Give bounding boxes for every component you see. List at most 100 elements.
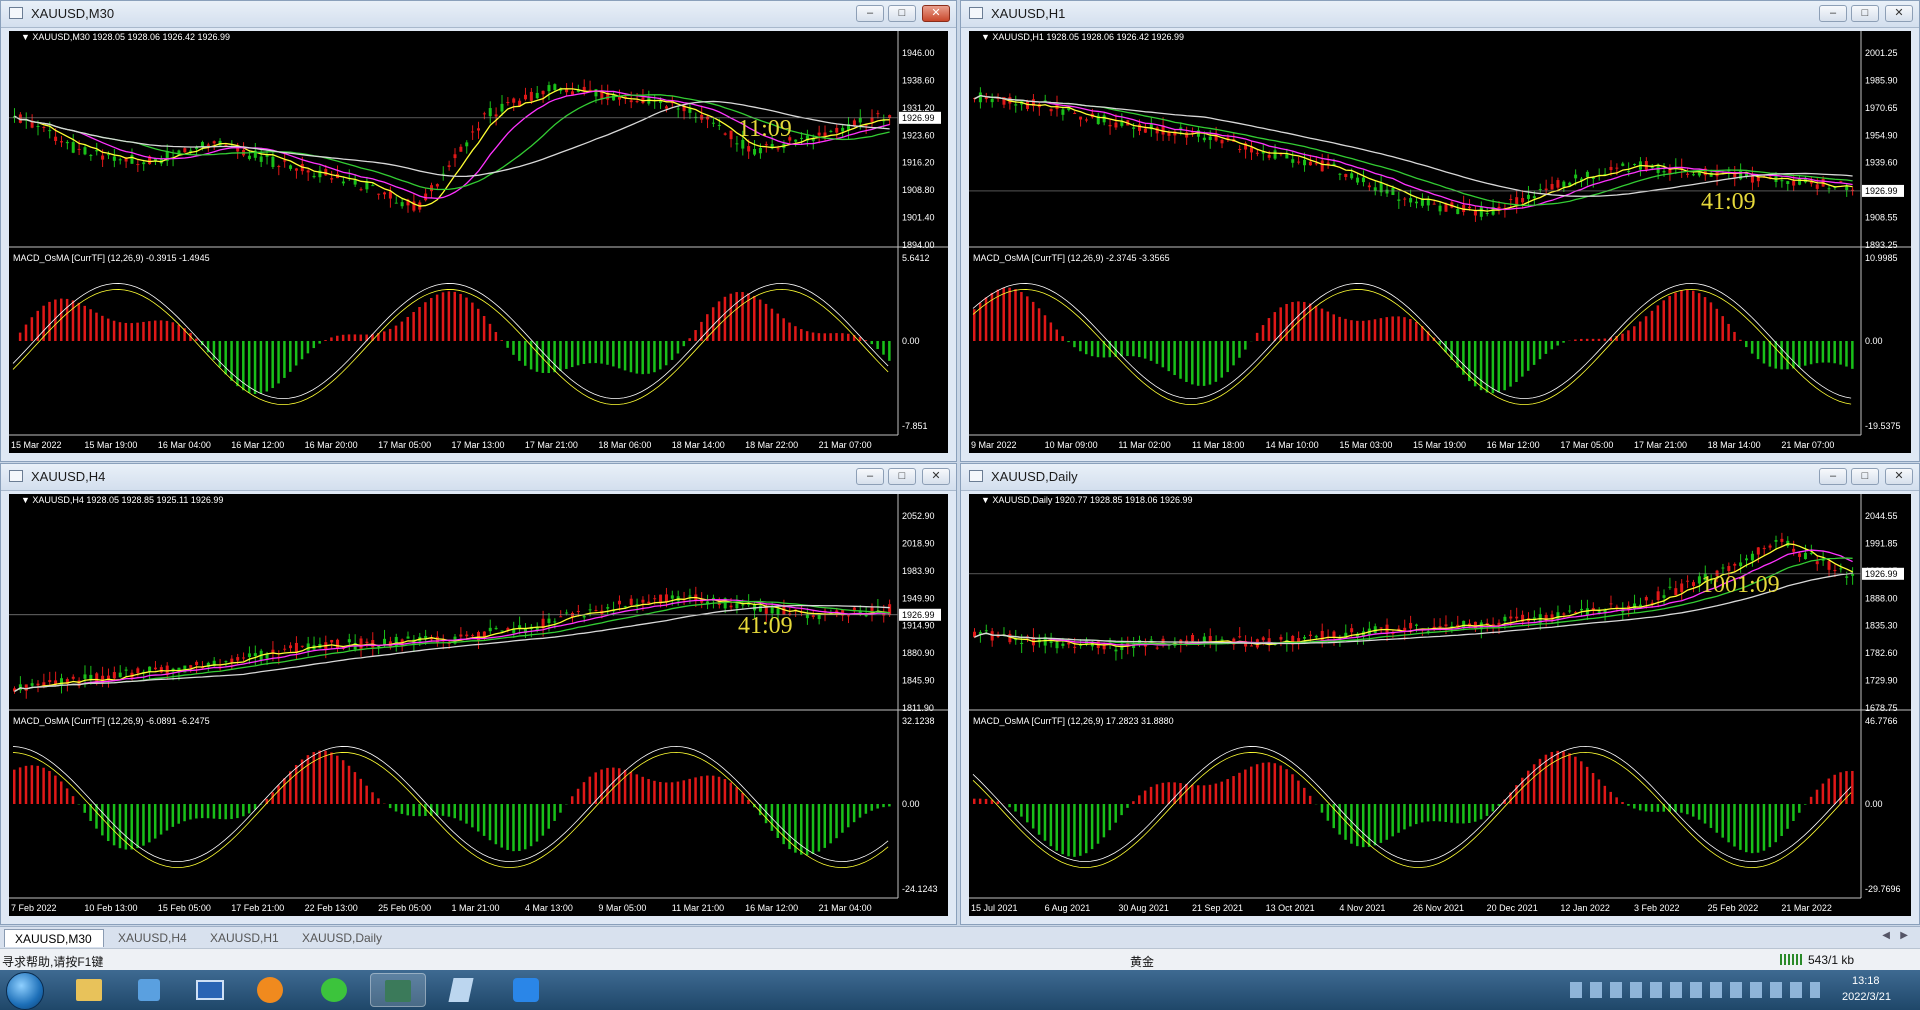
candle-body — [1621, 163, 1625, 166]
candle-body — [230, 658, 234, 663]
tab-xauusd-h1[interactable]: XAUUSD,H1 — [200, 929, 292, 947]
candle-body — [236, 657, 240, 661]
macd-histogram-bar — [1185, 783, 1188, 804]
candle-body — [847, 615, 851, 617]
macd-histogram-bar — [1550, 341, 1554, 350]
taskbar-notes-icon[interactable] — [498, 973, 554, 1007]
chart-window-m30[interactable]: XAUUSD,M30 – □ ✕ ▼ XAUUSD,M30 1928.05 19… — [0, 0, 957, 462]
chart-canvas[interactable]: ▼ XAUUSD,M30 1928.05 1928.06 1926.42 192… — [9, 31, 948, 453]
candle-body — [435, 636, 439, 643]
minimize-button[interactable]: – — [1819, 468, 1847, 485]
macd-histogram-bar — [1550, 751, 1554, 804]
time-axis-label: 17 Mar 05:00 — [378, 440, 431, 450]
candle-body — [629, 100, 633, 103]
macd-histogram-bar — [1762, 804, 1766, 851]
candle-body — [24, 684, 28, 691]
tab-xauusd-h4[interactable]: XAUUSD,H4 — [108, 929, 200, 947]
tray-icons[interactable] — [1570, 982, 1820, 998]
macd-histogram-bar — [1662, 300, 1666, 341]
macd-histogram-bar — [441, 292, 445, 341]
macd-histogram-bar — [1361, 320, 1365, 341]
macd-histogram-bar — [1426, 804, 1430, 822]
tab-xauusd-daily[interactable]: XAUUSD,Daily — [292, 929, 396, 947]
window-titlebar[interactable]: XAUUSD,Daily – □ ✕ — [961, 464, 1919, 491]
macd-histogram-bar — [412, 804, 415, 817]
taskbar-desktop-icon[interactable] — [182, 973, 238, 1007]
candle-body — [336, 639, 340, 648]
candle-body — [71, 676, 75, 679]
macd-histogram-bar — [1214, 341, 1218, 382]
candle-body — [159, 667, 163, 673]
macd-histogram-bar — [412, 312, 415, 341]
close-button[interactable]: ✕ — [1885, 5, 1913, 22]
macd-histogram-bar — [811, 332, 815, 341]
macd-histogram-bar — [465, 297, 468, 341]
maximize-button[interactable]: □ — [888, 5, 916, 22]
chart-svg[interactable]: ▼ XAUUSD,M30 1928.05 1928.06 1926.42 192… — [9, 31, 948, 453]
taskbar-notepad-icon[interactable] — [434, 973, 490, 1007]
candle-body — [1568, 610, 1572, 612]
price-axis-label: 1949.90 — [902, 593, 935, 603]
chart-canvas[interactable]: ▼ XAUUSD,H1 1928.05 1928.06 1926.42 1926… — [969, 31, 1911, 453]
time-axis-label: 10 Mar 09:00 — [1045, 440, 1098, 450]
taskbar-metatrader-icon[interactable] — [370, 973, 426, 1007]
tab-xauusd-m30[interactable]: XAUUSD,M30 — [4, 929, 104, 947]
chart-window-h4[interactable]: XAUUSD,H4 – □ ✕ ▼ XAUUSD,H4 1928.05 1928… — [0, 463, 957, 925]
taskbar-contacts-icon[interactable] — [122, 973, 178, 1007]
macd-histogram-bar — [1084, 341, 1088, 355]
macd-histogram-bar — [1191, 784, 1194, 804]
macd-histogram-bar — [106, 318, 110, 341]
maximize-button[interactable]: □ — [888, 468, 916, 485]
macd-label: MACD_OsMA [CurrTF] (12,26,9) 17.2823 31.… — [973, 716, 1174, 726]
window-titlebar[interactable]: XAUUSD,H1 – □ ✕ — [961, 1, 1919, 28]
chart-canvas[interactable]: ▼ XAUUSD,H4 1928.05 1928.85 1925.11 1926… — [9, 494, 948, 916]
chart-svg[interactable]: ▼ XAUUSD,Daily 1920.77 1928.85 1918.06 1… — [969, 494, 1911, 916]
chart-canvas[interactable]: ▼ XAUUSD,Daily 1920.77 1928.85 1918.06 1… — [969, 494, 1911, 916]
minimize-button[interactable]: – — [856, 5, 884, 22]
candle-body — [582, 615, 586, 618]
chart-svg[interactable]: ▼ XAUUSD,H1 1928.05 1928.06 1926.42 1926… — [969, 31, 1911, 453]
macd-histogram-bar — [518, 804, 521, 851]
close-button[interactable]: ✕ — [922, 5, 950, 22]
macd-histogram-bar — [1815, 341, 1819, 364]
candle-body — [1067, 642, 1071, 645]
maximize-button[interactable]: □ — [1851, 468, 1879, 485]
candle-body — [1403, 198, 1407, 200]
macd-histogram-bar — [1061, 336, 1064, 341]
candle-body — [500, 103, 504, 112]
connection-icon — [1780, 954, 1802, 965]
chart-svg[interactable]: ▼ XAUUSD,H4 1928.05 1928.85 1925.11 1926… — [9, 494, 948, 916]
candle-body — [283, 648, 287, 650]
candle-body — [383, 192, 387, 195]
chart-window-daily[interactable]: XAUUSD,Daily – □ ✕ ▼ XAUUSD,Daily 1920.7… — [960, 463, 1920, 925]
candle-body — [1350, 173, 1354, 179]
price-axis-label: 1888.00 — [1865, 593, 1898, 603]
time-axis-label: 16 Mar 20:00 — [305, 440, 358, 450]
candle-body — [1532, 617, 1536, 619]
close-button[interactable]: ✕ — [922, 468, 950, 485]
minimize-button[interactable]: – — [1819, 5, 1847, 22]
taskbar-file-explorer-icon[interactable] — [62, 973, 118, 1007]
window-titlebar[interactable]: XAUUSD,H4 – □ ✕ — [1, 464, 956, 491]
close-button[interactable]: ✕ — [1885, 468, 1913, 485]
taskbar-wechat-icon[interactable] — [306, 973, 362, 1007]
maximize-button[interactable]: □ — [1851, 5, 1879, 22]
window-titlebar[interactable]: XAUUSD,M30 – □ ✕ — [1, 1, 956, 28]
tab-scroll-right-icon[interactable]: ▶ — [1900, 930, 1908, 941]
candle-body — [36, 126, 40, 128]
candle-body — [1638, 604, 1642, 607]
candle-body — [1138, 124, 1142, 131]
clock-date[interactable]: 2022/3/21 — [1842, 991, 1891, 1003]
macd-histogram-bar — [512, 804, 515, 852]
start-button[interactable] — [6, 972, 44, 1010]
macd-histogram-bar — [1668, 295, 1671, 341]
taskbar-browser-icon[interactable] — [242, 973, 298, 1007]
tab-scroll-left-icon[interactable]: ◀ — [1882, 930, 1890, 941]
candle-body — [1267, 154, 1271, 158]
macd-histogram-bar — [1756, 804, 1760, 853]
chart-window-h1[interactable]: XAUUSD,H1 – □ ✕ ▼ XAUUSD,H1 1928.05 1928… — [960, 0, 1920, 462]
macd-histogram-bar — [1574, 339, 1577, 341]
clock-time[interactable]: 13:18 — [1852, 975, 1880, 987]
minimize-button[interactable]: – — [856, 468, 884, 485]
candle-body — [289, 165, 293, 169]
